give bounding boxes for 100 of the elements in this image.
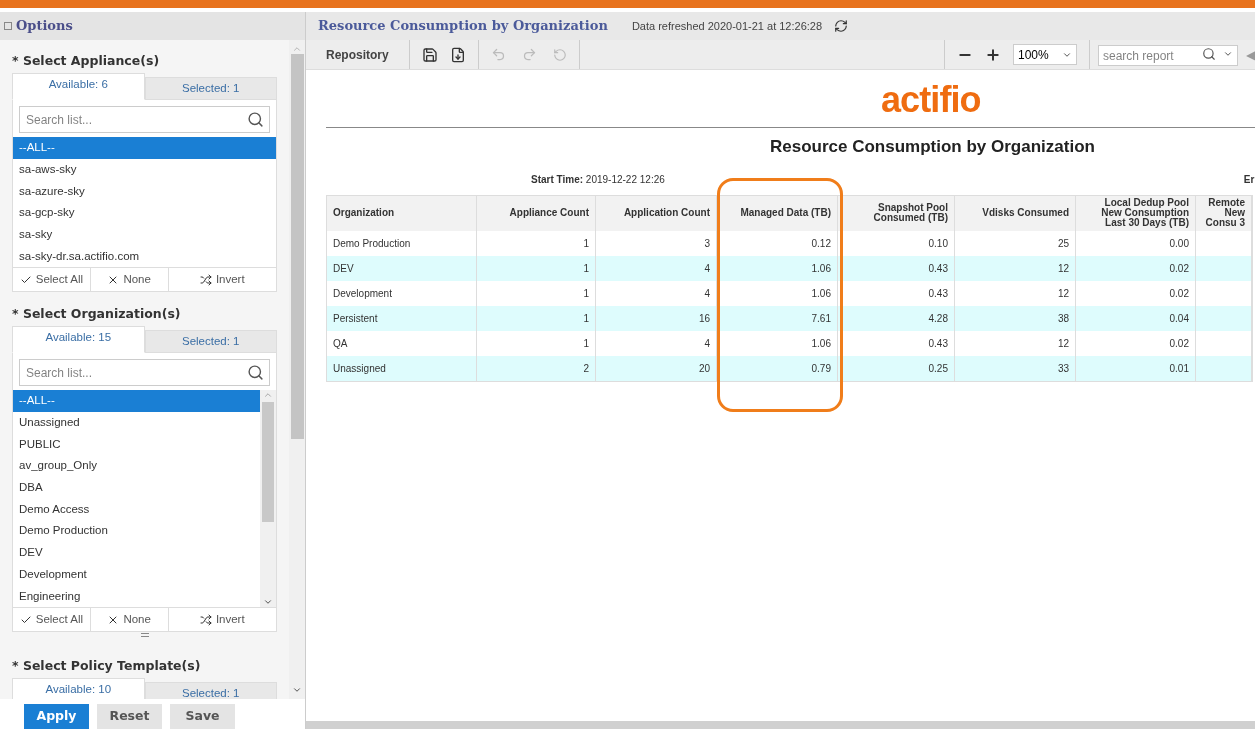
- table-cell-text: 0.00: [1169, 236, 1189, 251]
- table-cell-text: 4: [704, 286, 710, 301]
- table-cell-text: 1: [583, 286, 589, 301]
- list-item[interactable]: --ALL--: [13, 390, 260, 412]
- list-item[interactable]: sa-sky-dr.sa.actifio.com: [13, 245, 276, 268]
- list-tab[interactable]: Available: 15: [12, 325, 145, 354]
- list-item[interactable]: sa-sky: [13, 223, 276, 246]
- table-cell-text: Unassigned: [333, 361, 386, 376]
- list-item[interactable]: DEV: [13, 541, 260, 564]
- table-cell-text: 1: [583, 336, 589, 351]
- list-item[interactable]: Development: [13, 563, 260, 586]
- column-header: Appliance Count: [477, 195, 596, 231]
- column-header: Remote New Consu 3: [1196, 195, 1252, 231]
- zoom-in-icon[interactable]: [985, 46, 1001, 63]
- column-header: Managed Data (TB): [717, 195, 838, 231]
- table-cell-text: 0.25: [928, 361, 948, 376]
- table-cell-text: 0.12: [811, 236, 831, 251]
- shuffle-icon: [199, 273, 212, 286]
- table-cell-text: 1: [583, 261, 589, 276]
- table-cell-text: 0.10: [928, 236, 948, 251]
- repository-button[interactable]: Repository: [306, 40, 410, 69]
- report-heading: Resource Consumption by Organization: [770, 137, 1095, 156]
- table-cell-text: 4: [704, 336, 710, 351]
- refresh-info: Data refreshed 2020-01-21 at 12:26:28: [631, 18, 823, 34]
- list-item[interactable]: Demo Access: [13, 498, 260, 521]
- table-cell-text: Persistent: [333, 311, 378, 326]
- list-item[interactable]: sa-gcp-sky: [13, 202, 276, 224]
- actifio-logo: actifio: [881, 79, 981, 120]
- table-cell-text: 0.43: [928, 286, 948, 301]
- export-icon[interactable]: [449, 46, 466, 63]
- list-tab[interactable]: Selected: 1: [144, 681, 277, 699]
- list-item[interactable]: Demo Production: [13, 520, 260, 542]
- refresh-icon[interactable]: [834, 19, 849, 33]
- column-header: Local Dedup Pool New Consumption Last 30 Days (TB): [1076, 195, 1196, 231]
- table-cell-text: 33: [1057, 361, 1069, 376]
- section-label: * Select Appliance(s): [12, 52, 161, 70]
- resize-handle[interactable]: [140, 633, 149, 637]
- table-cell-text: 1.06: [811, 261, 831, 276]
- table-cell-text: 0.43: [928, 261, 948, 276]
- table-cell-text: 4: [704, 261, 710, 276]
- list-item[interactable]: PUBLIC: [13, 433, 260, 456]
- table-cell-text: DEV: [333, 261, 354, 276]
- shuffle-icon: [199, 613, 212, 626]
- list-action-button[interactable]: Invert: [168, 268, 276, 292]
- table-cell-text: 12: [1057, 261, 1069, 276]
- horizontal-scrollbar[interactable]: [306, 721, 1255, 729]
- column-header: Snapshot Pool Consumed (TB): [838, 195, 955, 231]
- search-report-field[interactable]: search report: [1098, 45, 1238, 66]
- table-cell-text: 0.02: [1169, 261, 1189, 276]
- table-cell-text: 25: [1057, 236, 1069, 251]
- table-cell-text: 7.61: [811, 311, 831, 326]
- list-item[interactable]: Engineering: [13, 585, 260, 607]
- end-time-label: Er: [1243, 172, 1255, 187]
- search-field[interactable]: Search list...: [19, 106, 270, 133]
- column-header: Application Count: [596, 195, 717, 231]
- list-action-button[interactable]: None: [90, 608, 169, 631]
- column-header: Vdisks Consumed: [955, 195, 1076, 231]
- table-cell-text: 0.04: [1169, 311, 1189, 326]
- list-tab[interactable]: Available: 6: [12, 72, 145, 100]
- table-cell-text: Demo Production: [333, 236, 411, 251]
- panel-button[interactable]: Reset: [97, 704, 162, 729]
- list-item[interactable]: Unassigned: [13, 411, 260, 434]
- list-action-button[interactable]: Select All: [13, 268, 91, 292]
- list-action-button[interactable]: Select All: [13, 608, 91, 631]
- scroll-down-icon[interactable]: [292, 685, 302, 695]
- table-cell-text: 12: [1057, 286, 1069, 301]
- table-cell-text: 1: [583, 236, 589, 251]
- scrollbar[interactable]: [260, 390, 276, 607]
- list-action-button[interactable]: Invert: [168, 608, 276, 631]
- save-icon[interactable]: [421, 46, 438, 63]
- table-cell-text: 20: [698, 361, 710, 376]
- list-tab[interactable]: Selected: 1: [144, 329, 277, 354]
- start-time: Start Time: 2019-12-22 12:26: [531, 172, 665, 187]
- zoom-select[interactable]: 100%: [1013, 44, 1077, 65]
- table-cell-text: 0.02: [1169, 286, 1189, 301]
- table-cell-text: QA: [333, 336, 348, 351]
- search-field[interactable]: Search list...: [19, 359, 270, 387]
- list-item[interactable]: av_group_Only: [13, 455, 260, 477]
- list-tab[interactable]: Available: 10: [12, 677, 145, 699]
- search-icon[interactable]: [247, 364, 264, 382]
- list-item[interactable]: --ALL--: [13, 137, 276, 159]
- scroll-down-icon[interactable]: [263, 597, 273, 607]
- panel-scrollbar[interactable]: [289, 40, 305, 699]
- section-label: * Select Policy Template(s): [12, 657, 202, 675]
- search-icon[interactable]: [1202, 46, 1216, 61]
- section-label: * Select Organization(s): [12, 305, 182, 324]
- list-tab[interactable]: Selected: 1: [144, 76, 277, 100]
- list-item[interactable]: sa-aws-sky: [13, 158, 276, 181]
- table-cell-text: 0.43: [928, 336, 948, 351]
- table-cell-text: Development: [333, 286, 392, 301]
- list-item[interactable]: DBA: [13, 476, 260, 499]
- panel-button[interactable]: Save: [170, 704, 235, 729]
- table-cell-text: 0.01: [1169, 361, 1189, 376]
- list-item[interactable]: sa-azure-sky: [13, 180, 276, 203]
- collapse-icon[interactable]: [4, 22, 12, 30]
- search-icon[interactable]: [247, 111, 264, 128]
- table-cell-text: 0.79: [811, 361, 831, 376]
- list-action-button[interactable]: None: [90, 268, 169, 292]
- table-cell-text: 38: [1057, 311, 1069, 326]
- panel-button[interactable]: Apply: [24, 704, 89, 729]
